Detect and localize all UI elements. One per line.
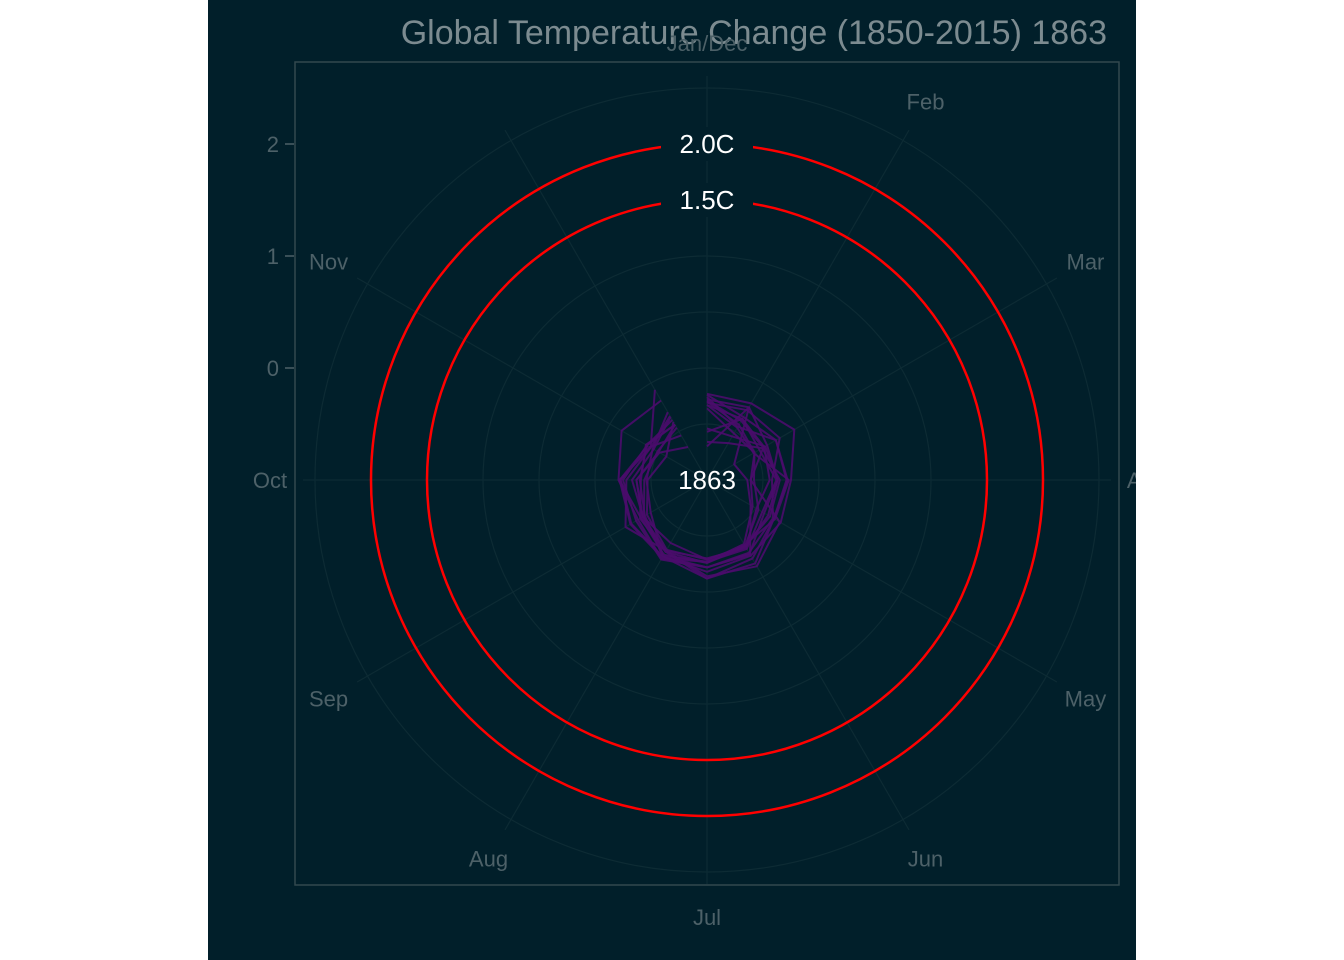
grid-spoke <box>356 479 708 683</box>
ring-label: 2.0C <box>680 129 735 159</box>
y-axis-tick-label: 1 <box>267 244 279 269</box>
y-axis-tick-label: 2 <box>267 132 279 157</box>
grid-spoke <box>504 479 708 831</box>
month-label: May <box>1065 687 1107 712</box>
grid-spoke <box>706 479 910 831</box>
month-label: Oct <box>253 468 287 493</box>
month-label: Jul <box>693 905 721 930</box>
current-year-label: 1863 <box>678 465 736 495</box>
month-label: Apr <box>1127 468 1136 493</box>
month-label: Jan/Dec <box>667 31 748 56</box>
month-label: Feb <box>907 90 945 115</box>
polar-chart: Global Temperature Change (1850-2015) 18… <box>253 14 1136 930</box>
grid-spoke <box>706 479 1058 683</box>
ring-label: 1.5C <box>680 185 735 215</box>
month-label: Nov <box>309 250 348 275</box>
month-label: Aug <box>469 846 508 871</box>
y-axis-tick-label: 0 <box>267 356 279 381</box>
y-axis: 0 1 2 <box>267 132 294 381</box>
month-label: Sep <box>309 687 348 712</box>
month-label: Mar <box>1067 250 1105 275</box>
chart-title: Global Temperature Change (1850-2015) 18… <box>401 14 1107 52</box>
grid-spoke <box>504 129 708 481</box>
month-label: Jun <box>908 846 943 871</box>
chart-figure: Global Temperature Change (1850-2015) 18… <box>208 0 1136 960</box>
